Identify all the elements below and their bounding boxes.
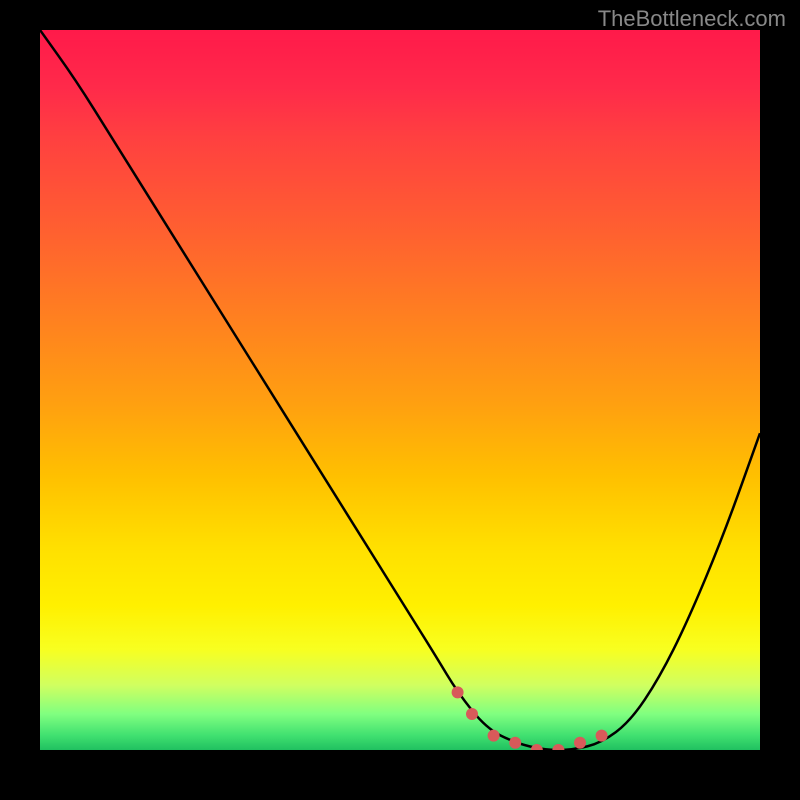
optimal-marker-dot — [509, 737, 521, 749]
optimal-marker-dot — [552, 744, 564, 750]
optimal-marker-dot — [488, 730, 500, 742]
bottleneck-curve-line — [40, 30, 760, 750]
optimal-marker-dot — [574, 737, 586, 749]
chart-plot-area — [40, 30, 760, 750]
optimal-marker-dot — [596, 730, 608, 742]
optimal-marker-dot — [452, 686, 464, 698]
optimal-marker-dot — [466, 708, 478, 720]
optimal-marker-dot — [531, 744, 543, 750]
watermark-text: TheBottleneck.com — [598, 6, 786, 32]
chart-svg — [40, 30, 760, 750]
optimal-range-markers — [452, 686, 608, 750]
